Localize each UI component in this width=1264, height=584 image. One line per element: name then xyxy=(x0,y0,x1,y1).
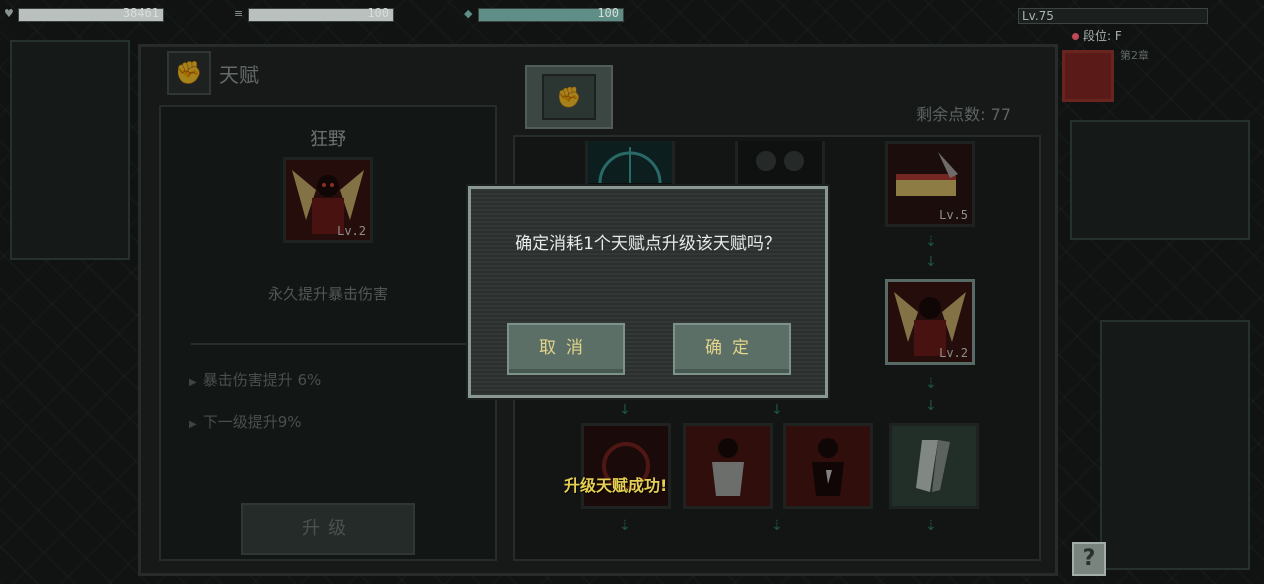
confirm-button[interactable]: 确定 xyxy=(673,323,791,375)
rank-subtitle: 第2章 xyxy=(1120,49,1149,62)
level-bar: Lv.75 xyxy=(1018,8,1208,24)
drop-icon: ◆ xyxy=(464,7,473,20)
confirm-dialog: 确定消耗1个天赋点升级该天赋吗？ 取消 确定 xyxy=(468,186,828,398)
level-label: Lv.75 xyxy=(1022,9,1054,23)
success-toast: 升级天赋成功! xyxy=(564,476,668,495)
rank-label: 段位: F xyxy=(1083,29,1122,43)
help-button[interactable]: ? xyxy=(1072,542,1106,576)
bg-building xyxy=(10,40,130,260)
stamina-value: 100 xyxy=(367,6,389,20)
bg-building xyxy=(1070,120,1250,240)
rank-dot-icon xyxy=(1072,33,1079,40)
rank-indicator: 段位: F xyxy=(1072,27,1122,44)
stamina-icon: ≡ xyxy=(234,7,244,20)
menu-button[interactable] xyxy=(1062,50,1114,102)
hp-value: 38461 xyxy=(122,6,159,20)
cancel-button[interactable]: 取消 xyxy=(507,323,625,375)
bg-building xyxy=(1100,320,1250,570)
mana-bar: 100 xyxy=(478,6,624,22)
hp-bar: 38461 xyxy=(18,6,164,22)
stamina-bar: 100 xyxy=(248,6,394,22)
mana-value: 100 xyxy=(597,6,619,20)
heart-icon: ♥ xyxy=(4,7,14,20)
confirm-question: 确定消耗1个天赋点升级该天赋吗？ xyxy=(515,234,781,254)
